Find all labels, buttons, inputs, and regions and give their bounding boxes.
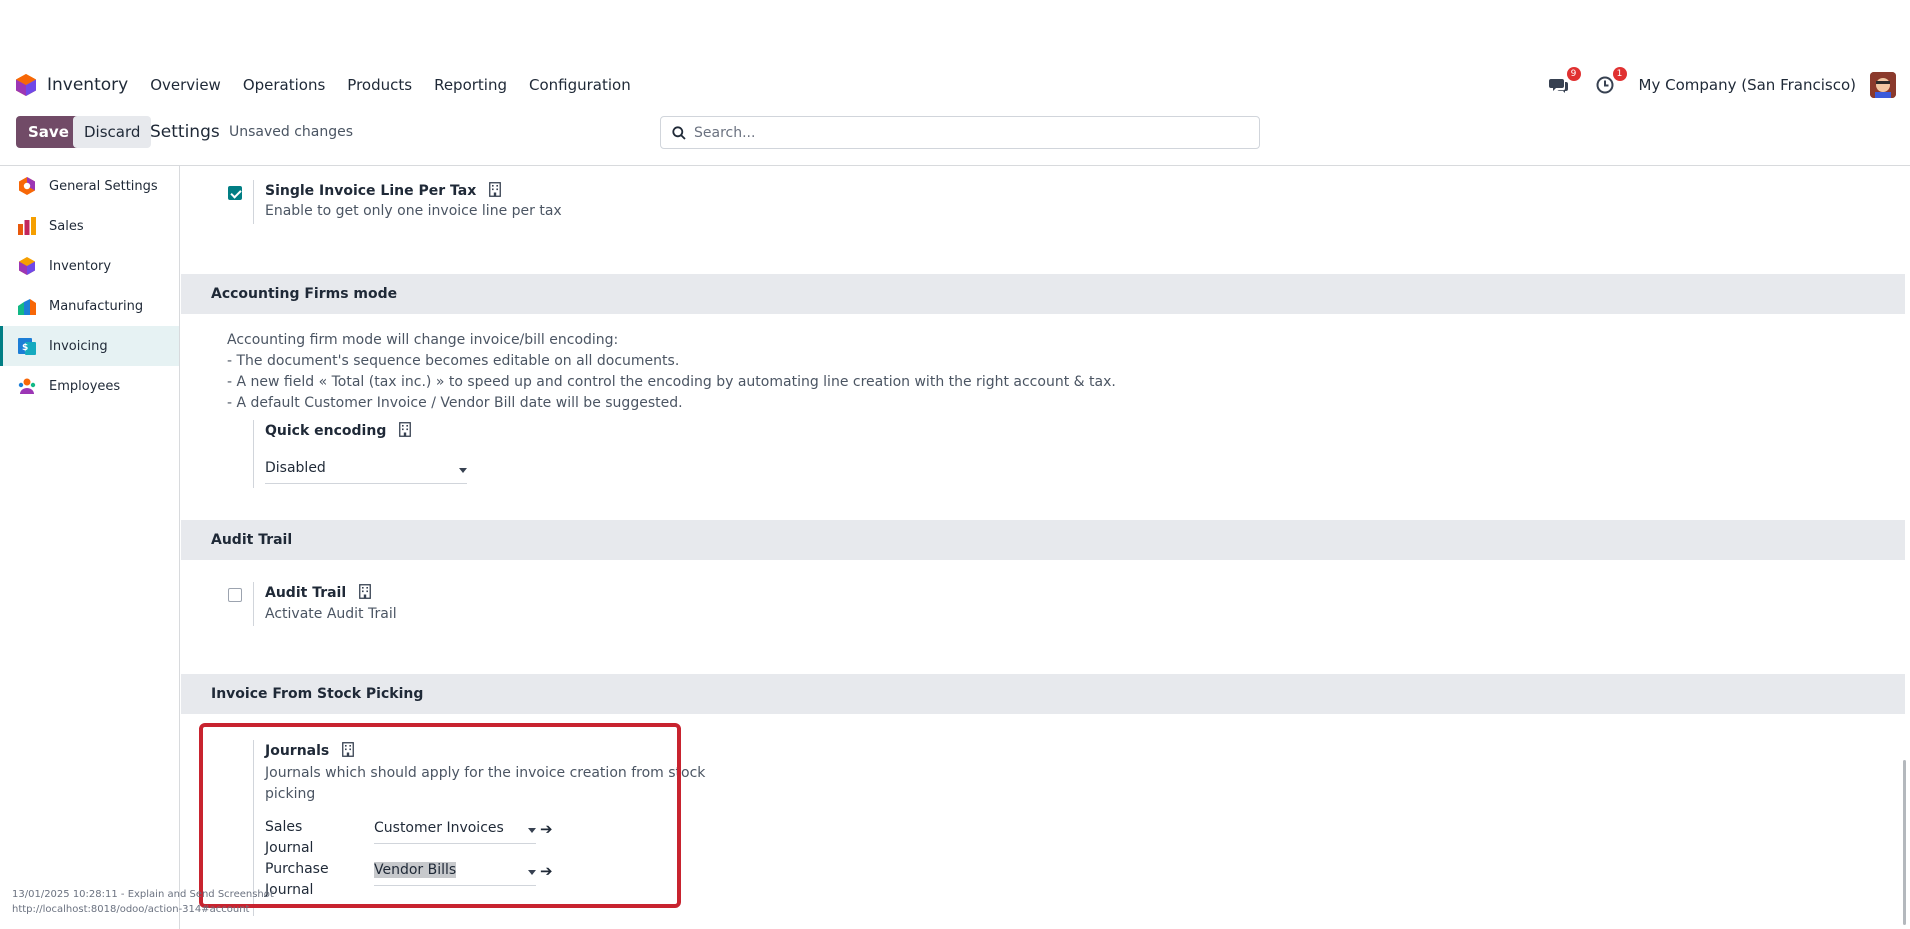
navbar-systray: 9 1 My Company (San Francisco) (1547, 62, 1910, 108)
sidebar-item-inventory[interactable]: Inventory (0, 246, 179, 286)
control-panel: Save Discard Settings Unsaved changes (0, 112, 1910, 164)
svg-text:$: $ (22, 343, 28, 353)
activities-badge: 1 (1612, 67, 1627, 81)
chat-icon (1548, 79, 1568, 93)
breadcrumb: Settings (150, 122, 220, 142)
search-input[interactable] (694, 124, 1234, 141)
single-invoice-checkbox[interactable] (228, 186, 242, 200)
accounting-firm-line: Accounting firm mode will change invoice… (227, 332, 619, 348)
search-icon (672, 125, 686, 140)
accounting-firm-text: Accounting firm mode will change invoice… (227, 330, 1116, 414)
sidebar-item-label: Manufacturing (49, 298, 144, 314)
quick-encoding-value: Disabled (265, 460, 326, 476)
menu-configuration[interactable]: Configuration (529, 76, 631, 94)
screenshot-timestamp: 13/01/2025 10:28:11 - Explain and Send S… (12, 889, 274, 900)
company-building-icon (489, 182, 502, 197)
sidebar-item-label: Employees (49, 378, 121, 394)
activities-button[interactable]: 1 (1593, 67, 1627, 97)
section-header-stock-picking: Invoice From Stock Picking (181, 674, 1905, 714)
messages-badge: 9 (1566, 67, 1581, 81)
single-invoice-title: Single Invoice Line Per Tax (265, 182, 502, 199)
menu-products[interactable]: Products (347, 76, 412, 94)
employees-icon (18, 378, 36, 394)
screenshot-url: http://localhost:8018/odoo/action-314#ac… (12, 904, 250, 915)
accounting-firm-line: - A new field « Total (tax inc.) » to sp… (227, 374, 1116, 390)
quick-encoding-title-text: Quick encoding (265, 423, 387, 439)
inventory-icon (19, 257, 35, 275)
sidebar-item-invoicing[interactable]: $ Invoicing (0, 326, 179, 366)
single-invoice-desc: Enable to get only one invoice line per … (265, 203, 562, 219)
content-scrollbar[interactable] (1903, 760, 1906, 925)
audit-trail-title-text: Audit Trail (265, 585, 347, 601)
sidebar-item-label: Invoicing (49, 338, 108, 354)
sidebar-item-sales[interactable]: Sales (0, 206, 179, 246)
setting-divider (253, 582, 254, 626)
chevron-down-icon (459, 468, 467, 473)
company-switcher[interactable]: My Company (San Francisco) (1639, 76, 1856, 94)
settings-sidebar: General Settings Sales Inventory Manufac… (0, 166, 180, 929)
single-invoice-title-text: Single Invoice Line Per Tax (265, 183, 477, 199)
section-header-accounting-firms: Accounting Firms mode (181, 274, 1905, 314)
menu-overview[interactable]: Overview (150, 76, 221, 94)
general-settings-icon (19, 177, 35, 195)
audit-trail-title: Audit Trail (265, 584, 371, 601)
app-name[interactable]: Inventory (47, 75, 128, 95)
user-avatar-icon (1870, 72, 1896, 98)
manufacturing-icon (18, 299, 36, 315)
setting-divider (253, 420, 254, 488)
accounting-firm-line: - The document's sequence becomes editab… (227, 353, 680, 369)
invoicing-icon: $ (18, 338, 36, 355)
sidebar-item-general-settings[interactable]: General Settings (0, 166, 179, 206)
audit-trail-checkbox[interactable] (228, 588, 242, 602)
quick-encoding-select[interactable]: Disabled (265, 460, 467, 484)
section-header-audit-trail: Audit Trail (181, 520, 1905, 560)
unsaved-status: Unsaved changes (229, 124, 354, 140)
discard-button[interactable]: Discard (73, 116, 152, 148)
sidebar-item-employees[interactable]: Employees (0, 366, 179, 406)
sidebar-item-label: General Settings (49, 178, 158, 194)
quick-encoding-title: Quick encoding (265, 422, 412, 439)
accounting-firm-line: - A default Customer Invoice / Vendor Bi… (227, 395, 683, 411)
menu-operations[interactable]: Operations (243, 76, 325, 94)
setting-divider (253, 180, 254, 224)
sidebar-item-manufacturing[interactable]: Manufacturing (0, 286, 179, 326)
clock-icon (1596, 76, 1614, 94)
highlight-annotation-box (199, 723, 681, 908)
user-avatar[interactable] (1870, 72, 1896, 98)
company-building-icon (359, 584, 371, 599)
top-navbar: Inventory Overview Operations Products R… (0, 62, 1910, 108)
company-building-icon (399, 422, 412, 437)
sidebar-item-label: Inventory (49, 258, 112, 274)
sales-icon (18, 217, 36, 235)
messages-button[interactable]: 9 (1547, 67, 1581, 97)
sidebar-item-label: Sales (49, 218, 84, 234)
save-button[interactable]: Save (16, 116, 81, 148)
inventory-app-icon[interactable] (16, 74, 36, 96)
menu-reporting[interactable]: Reporting (434, 76, 507, 94)
audit-trail-desc: Activate Audit Trail (265, 606, 397, 622)
search-bar[interactable] (660, 116, 1260, 149)
